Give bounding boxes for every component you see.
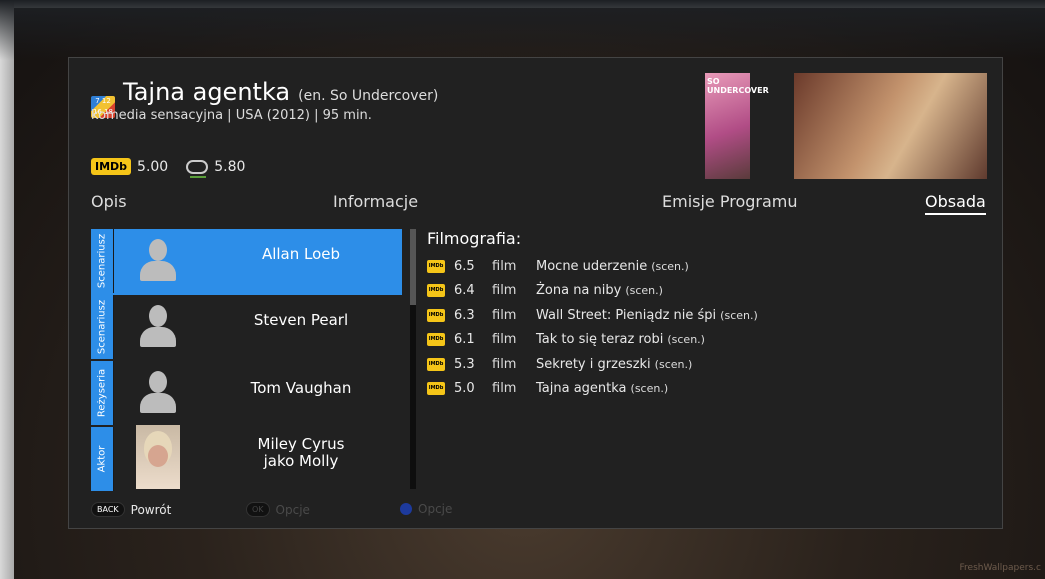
cast-scrollbar[interactable] [410,229,416,489]
person-character: jako Molly [263,452,339,470]
person-name: Tom Vaughan [250,379,352,397]
page-title: Tajna agentka [123,78,291,106]
tab-obsada[interactable]: Obsada [925,192,986,215]
imdb-icon: IMDb [427,259,445,273]
avatar-placeholder-icon [136,367,180,417]
filmography-title: Filmografia: [427,229,522,248]
film-score: 6.3 [454,307,475,323]
person-name: Allan Loeb [261,245,341,263]
tab-informacje[interactable]: Informacje [333,192,418,211]
ok-key-icon: OK [246,502,270,517]
filmography: Filmografia: IMDb 6.5 film Mocne uderzen… [427,229,758,401]
film-note: (scen.) [630,382,669,396]
movie-still-image [794,73,987,179]
tab-opis[interactable]: Opis [91,192,127,211]
imdb-icon: IMDb [427,284,445,298]
avatar-placeholder-icon [136,235,180,285]
back-key-icon: BACK [91,502,125,517]
ratings-row: IMDb 5.00 5.80 [91,158,246,178]
back-hint[interactable]: BACK Powrót [91,502,171,517]
scrollbar-thumb[interactable] [410,229,416,305]
film-title: Sekrety i grzeszki [536,356,651,372]
imdb-icon: IMDb [427,357,445,371]
cast-item-allan-loeb[interactable]: Scenariusz Allan Loeb [91,229,402,295]
film-kind: film [492,283,517,299]
ok-options-hint[interactable]: OK Opcje [246,502,310,517]
film-kind: film [492,307,517,323]
filmography-row[interactable]: IMDb 6.3 film Wall Street: Pieniądz nie … [427,303,758,328]
movie-meta: komedia sensacyjna | USA (2012) | 95 min… [91,108,372,123]
filmography-row[interactable]: IMDb 5.0 film Tajna agentka (scen.) [427,377,758,402]
film-title: Tak to się teraz robi [536,332,664,348]
cast-list: Scenariusz Allan Loeb Scenariusz Steven … [91,229,402,491]
ok-options-label: Opcje [275,502,310,517]
film-title: Żona na niby [536,283,622,299]
imdb-score: 5.00 [137,158,169,175]
film-title: Tajna agentka [536,381,627,397]
film-title: Mocne uderzenie [536,258,648,274]
film-note: (scen.) [651,259,689,273]
imdb-icon: IMDb [427,333,445,347]
cast-item-tom-vaughan[interactable]: Reżyseria Tom Vaughan [91,361,402,427]
role-label: Scenariusz [91,295,114,359]
film-score: 6.4 [454,283,475,299]
footer-hints: BACK Powrót OK Opcje Opcje [91,502,591,518]
blue-options-hint[interactable]: Opcje [400,502,452,516]
film-note: (scen.) [654,357,693,371]
film-note: (scen.) [720,308,758,322]
imdb-icon: IMDb [427,382,445,396]
poster-image: SO UNDERCOVER [705,73,769,179]
cast-item-miley-cyrus[interactable]: Aktor Miley Cyrus jako Molly [91,425,402,493]
film-kind: film [492,258,517,274]
background-shade [0,0,1045,60]
role-label: Scenariusz [91,229,114,293]
film-score: 5.0 [454,381,475,397]
tab-emisje-programu[interactable]: Emisje Programu [662,192,798,211]
role-label: Reżyseria [91,361,114,425]
film-score: 6.1 [454,332,475,348]
film-note: (scen.) [625,284,663,298]
watermark: FreshWallpapers.c [959,563,1041,573]
cast-item-steven-pearl[interactable]: Scenariusz Steven Pearl [91,295,402,361]
person-name: Steven Pearl [253,311,349,329]
person-name: Miley Cyrus [257,435,345,453]
blue-options-label: Opcje [418,502,453,516]
filmography-row[interactable]: IMDb 6.1 film Tak to się teraz robi (sce… [427,328,758,353]
filmography-row[interactable]: IMDb 5.3 film Sekrety i grzeszki (scen.) [427,352,758,377]
filmography-row[interactable]: IMDb 6.5 film Mocne uderzenie (scen.) [427,254,758,279]
film-title: Wall Street: Pieniądz nie śpi [536,307,717,323]
window-frame-left [0,0,14,579]
film-kind: film [492,381,517,397]
avatar-photo [136,425,180,489]
role-label: Aktor [91,427,114,491]
imdb-icon: IMDb [427,308,445,322]
film-score: 5.3 [454,356,475,372]
film-note: (scen.) [667,333,705,347]
tab-bar: Opis Informacje Emisje Programu Obsada [69,192,1004,218]
back-label: Powrót [130,502,172,517]
film-kind: film [492,332,517,348]
filmweb-icon [186,159,209,178]
original-title: (en. So Undercover) [298,88,439,104]
film-kind: film [492,356,517,372]
film-score: 6.5 [454,258,475,274]
details-panel: 7 12 16 18 Tajna agentka (en. So Underco… [68,57,1003,529]
imdb-icon: IMDb [91,158,132,175]
filmweb-score: 5.80 [214,158,246,175]
filmography-row[interactable]: IMDb 6.4 film Żona na niby (scen.) [427,279,758,304]
blue-button-icon [400,503,412,515]
poster-title: SO UNDERCOVER [707,77,769,95]
avatar-placeholder-icon [136,301,180,351]
